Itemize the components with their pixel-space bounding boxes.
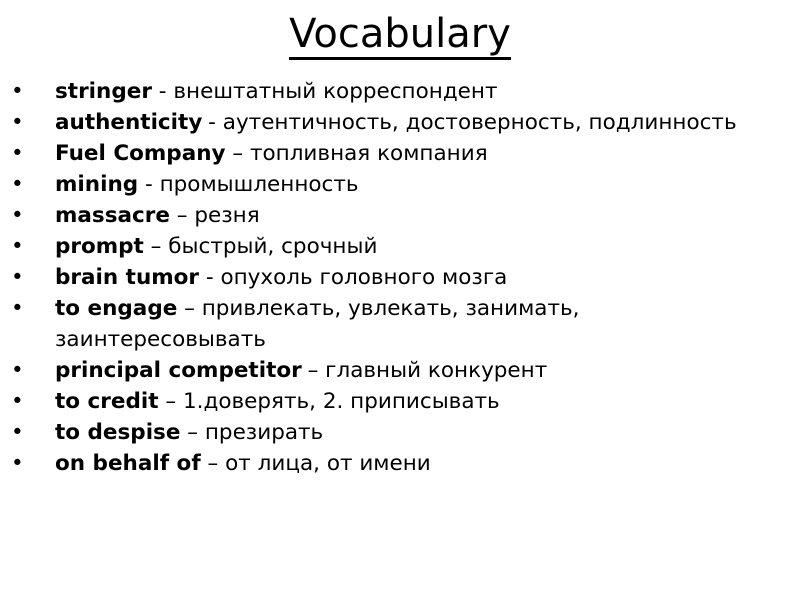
term-separator: - — [201, 110, 216, 135]
list-item: • to engage – привлекать, увлекать, заним… — [0, 293, 800, 355]
list-item: • Fuel Company – топливная компания — [0, 138, 800, 169]
vocabulary-definition: аутентичность, достоверность, подлинност… — [215, 110, 737, 135]
term-separator: - — [151, 79, 174, 104]
bullet-icon: • — [11, 389, 24, 414]
list-item: • massacre – резня — [0, 200, 800, 231]
term-separator: – — [177, 296, 202, 321]
vocabulary-definition: внештатный корреспондент — [173, 79, 498, 104]
vocabulary-definition: от лица, от имени — [225, 451, 431, 476]
vocabulary-term: brain tumor — [55, 265, 200, 290]
vocabulary-definition: опухоль головного мозга — [220, 265, 508, 290]
bullet-icon: • — [11, 296, 24, 321]
term-separator: – — [300, 358, 326, 383]
vocabulary-term: massacre — [55, 203, 170, 228]
term-separator: – — [158, 389, 183, 414]
bullet-icon: • — [11, 203, 24, 228]
bullet-icon: • — [11, 451, 24, 476]
vocabulary-term: to engage — [55, 296, 178, 321]
vocabulary-term: to credit — [55, 389, 159, 414]
vocabulary-term: authenticity — [55, 110, 203, 135]
vocabulary-term: prompt — [55, 234, 144, 259]
term-separator: - — [138, 172, 160, 197]
list-item: • mining - промышленность — [0, 169, 800, 200]
vocabulary-list: • stringer - внештатный корреспондент • aut… — [0, 76, 800, 479]
vocabulary-definition: главный конкурент — [325, 358, 548, 383]
list-item: • stringer - внештатный корреспондент — [0, 76, 800, 107]
list-item: • to despise – презирать — [0, 417, 800, 448]
term-separator: – — [169, 203, 195, 228]
vocabulary-term: to despise — [55, 420, 181, 445]
vocabulary-definition: резня — [194, 203, 260, 228]
list-item: • principal competitor – главный конкурен… — [0, 355, 800, 386]
bullet-icon: • — [11, 265, 24, 290]
vocabulary-term: stringer — [55, 79, 152, 104]
vocabulary-definition: топливная компания — [249, 141, 488, 166]
list-item: • on behalf of – от лица, от имени — [0, 448, 800, 479]
term-separator: - — [199, 265, 221, 290]
bullet-icon: • — [11, 358, 24, 383]
bullet-icon: • — [11, 234, 24, 259]
term-separator: – — [225, 141, 250, 166]
list-item: • to credit – 1.доверять, 2. приписывать — [0, 386, 800, 417]
vocabulary-term: principal competitor — [55, 358, 302, 383]
term-separator: – — [180, 420, 205, 445]
vocabulary-term: on behalf of — [55, 451, 201, 476]
list-item: • brain tumor - опухоль головного мозга — [0, 262, 800, 293]
vocabulary-term: mining — [55, 172, 139, 197]
bullet-icon: • — [11, 110, 24, 135]
bullet-icon: • — [11, 79, 24, 104]
bullet-icon: • — [11, 141, 24, 166]
list-item: • authenticity - аутентичность, достоверн… — [0, 107, 800, 138]
bullet-icon: • — [11, 172, 24, 197]
term-separator: – — [143, 234, 169, 259]
vocabulary-definition: презирать — [204, 420, 324, 445]
term-separator: – — [200, 451, 226, 476]
bullet-icon: • — [11, 420, 24, 445]
page-title-text: Vocabulary — [289, 14, 511, 60]
vocabulary-definition: промышленность — [159, 172, 359, 197]
vocabulary-slide: Vocabulary • stringer - внештатный коррес… — [0, 0, 800, 600]
vocabulary-term: Fuel Company — [55, 141, 226, 166]
list-item: • prompt – быстрый, срочный — [0, 231, 800, 262]
vocabulary-definition: 1.доверять, 2. приписывать — [182, 389, 500, 414]
page-title: Vocabulary — [0, 0, 800, 60]
vocabulary-definition: быстрый, срочный — [168, 234, 378, 259]
